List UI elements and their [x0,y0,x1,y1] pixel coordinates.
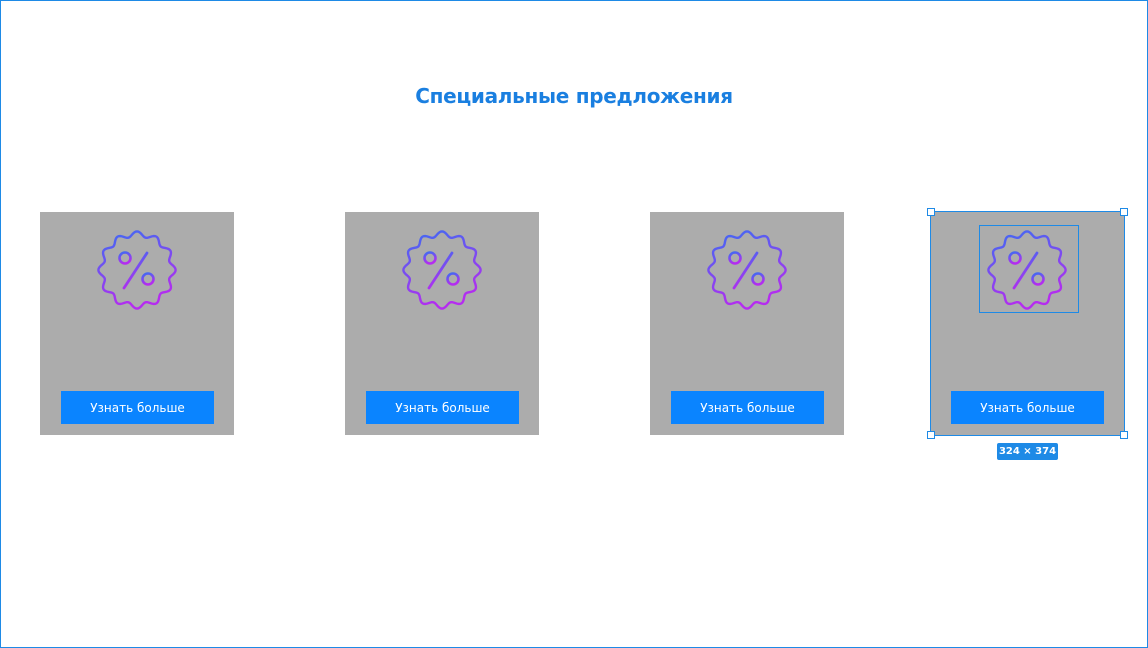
discount-badge-icon [987,229,1067,311]
discount-badge-icon [401,229,483,311]
section-title: Специальные предложения [415,84,733,108]
resize-handle-bottom-left[interactable] [927,431,935,439]
resize-handle-top-right[interactable] [1120,208,1128,216]
offer-card[interactable]: Узнать больше [650,212,844,435]
learn-more-button[interactable]: Узнать больше [366,391,519,424]
learn-more-button[interactable]: Узнать больше [951,391,1104,424]
dimension-badge: 324 × 374 [997,443,1058,460]
resize-handle-bottom-right[interactable] [1120,431,1128,439]
offer-card[interactable]: Узнать больше [345,212,539,435]
learn-more-button[interactable]: Узнать больше [671,391,824,424]
learn-more-button[interactable]: Узнать больше [61,391,214,424]
discount-badge-icon [707,229,787,311]
discount-badge-icon [97,229,178,311]
offer-card-selected[interactable]: Узнать больше [930,212,1124,435]
resize-handle-top-left[interactable] [927,208,935,216]
offer-card[interactable]: Узнать больше [40,212,234,435]
